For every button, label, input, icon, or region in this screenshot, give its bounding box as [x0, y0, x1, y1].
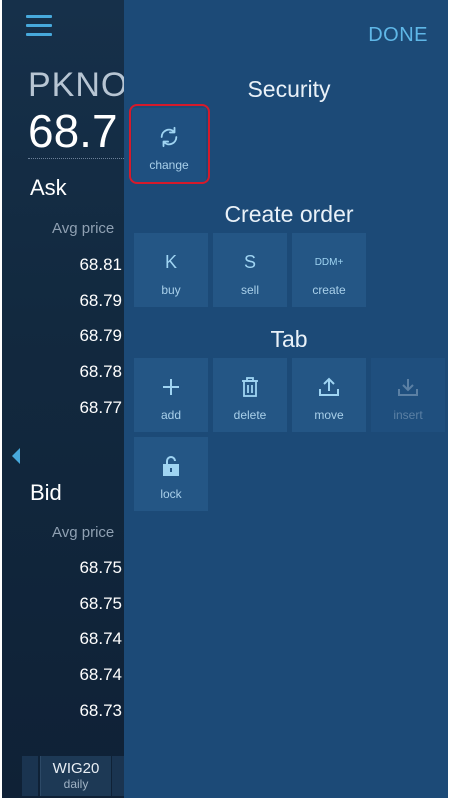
sell-button[interactable]: S sell: [213, 233, 287, 307]
bid-price: 68.74: [79, 665, 122, 684]
lock-label: lock: [160, 487, 182, 501]
bottom-tab-wig20[interactable]: WIG20 daily: [40, 756, 111, 796]
bid-price: 68.73: [79, 701, 122, 720]
add-tab-button[interactable]: add: [134, 358, 208, 432]
trash-icon: [241, 376, 259, 398]
menu-icon[interactable]: [26, 15, 56, 37]
create-label: create: [312, 283, 346, 297]
add-label: add: [160, 408, 182, 422]
download-icon: [397, 376, 419, 398]
upload-icon: [318, 376, 340, 398]
bottom-tab-name: WIG20: [52, 760, 100, 777]
ask-price: 68.79: [79, 326, 122, 345]
sell-glyph: S: [243, 251, 256, 272]
last-price: 68.7: [28, 105, 118, 157]
quote-panel: PKNOI 68.7 Ask Avg price 68.81 68.79 68.…: [2, 0, 138, 798]
bid-price: 68.75: [79, 558, 122, 577]
create-ddm-button[interactable]: DDM+ create: [292, 233, 366, 307]
ask-heading: Ask: [30, 175, 67, 200]
selection-highlight: [129, 104, 210, 184]
ddm-glyph: DDM+: [314, 256, 344, 268]
tab-heading: Tab: [270, 326, 308, 352]
ask-price: 68.79: [79, 291, 122, 310]
ask-price: 68.81: [79, 255, 122, 274]
divider: [28, 158, 124, 159]
app-frame: PKNOI 68.7 Ask Avg price 68.81 68.79 68.…: [2, 0, 448, 798]
bottom-tab-sub: daily: [63, 777, 89, 791]
ask-price: 68.77: [79, 398, 122, 417]
buy-button[interactable]: K buy: [134, 233, 208, 307]
insert-label: insert: [393, 408, 423, 422]
delete-label: delete: [233, 408, 267, 422]
lock-tab-button[interactable]: lock: [134, 437, 208, 511]
bid-avg-price-label: Avg price: [52, 524, 115, 541]
bid-heading: Bid: [30, 480, 62, 505]
plus-icon: [161, 376, 181, 398]
collapse-arrow-icon[interactable]: [12, 448, 20, 464]
move-label: move: [314, 408, 344, 422]
bottom-tab-stub[interactable]: [22, 756, 38, 796]
ticker-symbol: PKNOI: [28, 66, 139, 104]
lock-icon: [163, 455, 179, 477]
delete-tab-button[interactable]: delete: [213, 358, 287, 432]
security-heading: Security: [247, 76, 331, 102]
buy-glyph: K: [164, 251, 177, 272]
move-tab-button[interactable]: move: [292, 358, 366, 432]
ask-price: 68.78: [79, 362, 122, 381]
create-order-heading: Create order: [224, 201, 354, 227]
ask-avg-price-label: Avg price: [52, 220, 115, 237]
insert-tab-button[interactable]: insert: [371, 358, 445, 432]
bottom-tab-stub[interactable]: [112, 756, 124, 796]
sell-label: sell: [240, 283, 259, 297]
bid-price: 68.74: [79, 629, 122, 648]
buy-label: buy: [161, 283, 181, 297]
done-button[interactable]: DONE: [368, 24, 428, 47]
bid-price: 68.75: [79, 594, 122, 613]
